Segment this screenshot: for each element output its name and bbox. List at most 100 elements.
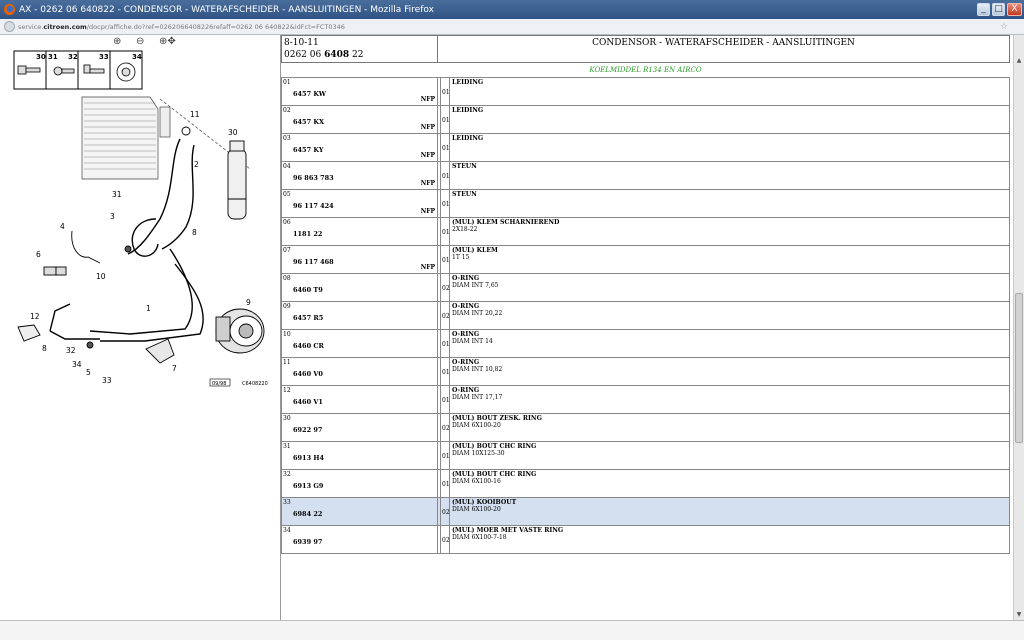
part-number[interactable]: 6913 G9 [293, 482, 323, 490]
scroll-down-button[interactable]: ▼ [1014, 609, 1024, 620]
callout-label[interactable]: 34 [72, 360, 82, 369]
table-row[interactable]: 10 6460 CR 01 O-RING DIAM INT 14 [281, 329, 1010, 358]
part-number[interactable]: 6460 T9 [293, 286, 323, 294]
part-index: 03 [283, 135, 291, 142]
part-number[interactable]: 6457 KY [293, 146, 323, 154]
part-number[interactable]: 6913 H4 [293, 454, 324, 462]
table-row[interactable]: 33 6984 22 02 (MUL) KOOIBOUT DIAM 6X100-20 [281, 497, 1010, 526]
description-cell: (MUL) KLEM 1T 15 [449, 245, 1010, 274]
part-name: STEUN [452, 163, 477, 170]
header-reference: 0262 06 6408 22 [284, 50, 364, 60]
table-row[interactable]: 08 6460 T9 02 O-RING DIAM INT 7,65 [281, 273, 1010, 302]
table-row[interactable]: 03 6457 KY NFP 01 LEIDING [281, 133, 1010, 162]
part-number[interactable]: 6922 97 [293, 426, 322, 434]
exploded-parts-diagram[interactable]: 30 31 32 33 34 11 30 2 31 3 4 6 8 10 9 1… [10, 49, 272, 389]
callout-label[interactable]: 5 [86, 368, 91, 377]
part-reference-cell: 07 96 117 468 NFP [281, 245, 438, 274]
part-number[interactable]: 6457 KX [293, 118, 324, 126]
part-number[interactable]: 6460 V1 [293, 398, 323, 406]
part-quantity: 01 [442, 341, 450, 348]
callout-label[interactable]: 31 [112, 190, 122, 199]
part-quantity: 02 [442, 537, 450, 544]
part-number[interactable]: 6457 KW [293, 90, 326, 98]
quantity-cell: 01 [440, 441, 450, 470]
part-reference-cell: 04 96 863 783 NFP [281, 161, 438, 190]
zoom-in-icon[interactable]: ⊕ [113, 37, 129, 48]
quantity-cell: 02 [440, 525, 450, 554]
maximize-button[interactable]: □ [992, 3, 1005, 16]
callout-label[interactable]: 11 [190, 110, 200, 119]
minimize-button[interactable]: _ [977, 3, 990, 16]
callout-label[interactable]: 8 [192, 228, 197, 237]
part-quantity: 01 [442, 89, 450, 96]
scroll-thumb[interactable] [1015, 293, 1023, 443]
callout-label[interactable]: 32 [66, 346, 76, 355]
scroll-up-button[interactable]: ▲ [1014, 55, 1024, 66]
part-number[interactable]: 6457 R5 [293, 314, 323, 322]
part-reference-cell: 01 6457 KW NFP [281, 77, 438, 106]
description-cell: O-RING DIAM INT 7,65 [449, 273, 1010, 302]
callout-label[interactable]: 7 [172, 364, 177, 373]
diagram-date-code: 09/98 [212, 381, 226, 387]
callout-label[interactable]: 8 [42, 344, 47, 353]
inset-label: 31 [48, 53, 58, 61]
table-row[interactable]: 34 6939 97 02 (MUL) MOER MET VASTE RING DIAM… [281, 525, 1010, 554]
table-row[interactable]: 07 96 117 468 NFP 01 (MUL) KLEM 1T 15 [281, 245, 1010, 274]
inset-label: 33 [99, 53, 109, 61]
table-row[interactable]: 31 6913 H4 01 (MUL) BOUT CHC RING DIAM 10X12… [281, 441, 1010, 470]
vertical-scrollbar[interactable]: ▲ ▼ [1013, 35, 1024, 620]
callout-label[interactable]: 1 [146, 304, 151, 313]
callout-label[interactable]: 2 [194, 160, 199, 169]
quantity-cell: 02 [440, 301, 450, 330]
table-row[interactable]: 09 6457 R5 02 O-RING DIAM INT 20,22 [281, 301, 1010, 330]
nfp-flag: NFP [420, 180, 435, 187]
table-row[interactable]: 04 96 863 783 NFP 01 STEUN [281, 161, 1010, 190]
callout-label[interactable]: 10 [96, 272, 106, 281]
part-dimensions: DIAM INT 14 [452, 338, 493, 345]
part-number[interactable]: 6939 97 [293, 538, 322, 546]
part-number[interactable]: 96 117 424 [293, 202, 334, 210]
part-quantity: 01 [442, 369, 450, 376]
description-cell: (MUL) BOUT CHC RING DIAM 10X125-30 [449, 441, 1010, 470]
quantity-cell: 02 [440, 273, 450, 302]
part-number[interactable]: 96 863 783 [293, 174, 334, 182]
part-number[interactable]: 1181 22 [293, 230, 322, 238]
part-number[interactable]: 6460 CR [293, 342, 324, 350]
part-name: STEUN [452, 191, 477, 198]
part-quantity: 01 [442, 117, 450, 124]
callout-label[interactable]: 6 [36, 250, 41, 259]
table-row[interactable]: 05 96 117 424 NFP 01 STEUN [281, 189, 1010, 218]
part-index: 02 [283, 107, 291, 114]
part-index: 10 [283, 331, 291, 338]
description-cell: (MUL) MOER MET VASTE RING DIAM 6X100-7-18 [449, 525, 1010, 554]
bookmark-star-icon[interactable]: ☆ [1000, 22, 1012, 32]
callout-label[interactable]: 3 [110, 212, 115, 221]
callout-label[interactable]: 9 [246, 298, 251, 307]
table-row[interactable]: 01 6457 KW NFP 01 LEIDING [281, 77, 1010, 106]
callout-label[interactable]: 12 [30, 312, 40, 321]
part-dimensions: DIAM 10X125-30 [452, 450, 505, 457]
part-number[interactable]: 6984 22 [293, 510, 322, 518]
part-reference-cell: 11 6460 V0 [281, 357, 438, 386]
table-row[interactable]: 12 6460 V1 01 O-RING DIAM INT 17,17 [281, 385, 1010, 414]
description-cell: (MUL) KLEM SCHARNIEREND 2X18-22 [449, 217, 1010, 246]
part-number[interactable]: 6460 V0 [293, 370, 323, 378]
table-row[interactable]: 11 6460 V0 01 O-RING DIAM INT 10,82 [281, 357, 1010, 386]
table-row[interactable]: 02 6457 KX NFP 01 LEIDING [281, 105, 1010, 134]
table-row[interactable]: 06 1181 22 01 (MUL) KLEM SCHARNIEREND 2X18-2… [281, 217, 1010, 246]
part-dimensions: DIAM 6X100-7-18 [452, 534, 507, 541]
address-bar[interactable]: service.citroen.com/docpr/affiche.do?ref… [0, 19, 1024, 35]
close-button[interactable]: X [1007, 3, 1022, 16]
url-text[interactable]: service.citroen.com/docpr/affiche.do?ref… [18, 23, 1000, 31]
table-row[interactable]: 32 6913 G9 01 (MUL) BOUT CHC RING DIAM 6X100… [281, 469, 1010, 498]
zoom-out-icon[interactable]: ⊖ [136, 37, 152, 48]
zoom-pan-icon[interactable]: ⊕✥ [159, 37, 176, 48]
callout-label[interactable]: 33 [102, 376, 112, 385]
part-number[interactable]: 96 117 468 [293, 258, 334, 266]
description-cell: O-RING DIAM INT 14 [449, 329, 1010, 358]
table-row[interactable]: 30 6922 97 02 (MUL) BOUT ZESK. RING DIAM 6X1… [281, 413, 1010, 442]
callout-label[interactable]: 30 [228, 128, 238, 137]
part-index: 31 [283, 443, 291, 450]
part-reference-cell: 30 6922 97 [281, 413, 438, 442]
callout-label[interactable]: 4 [60, 222, 65, 231]
